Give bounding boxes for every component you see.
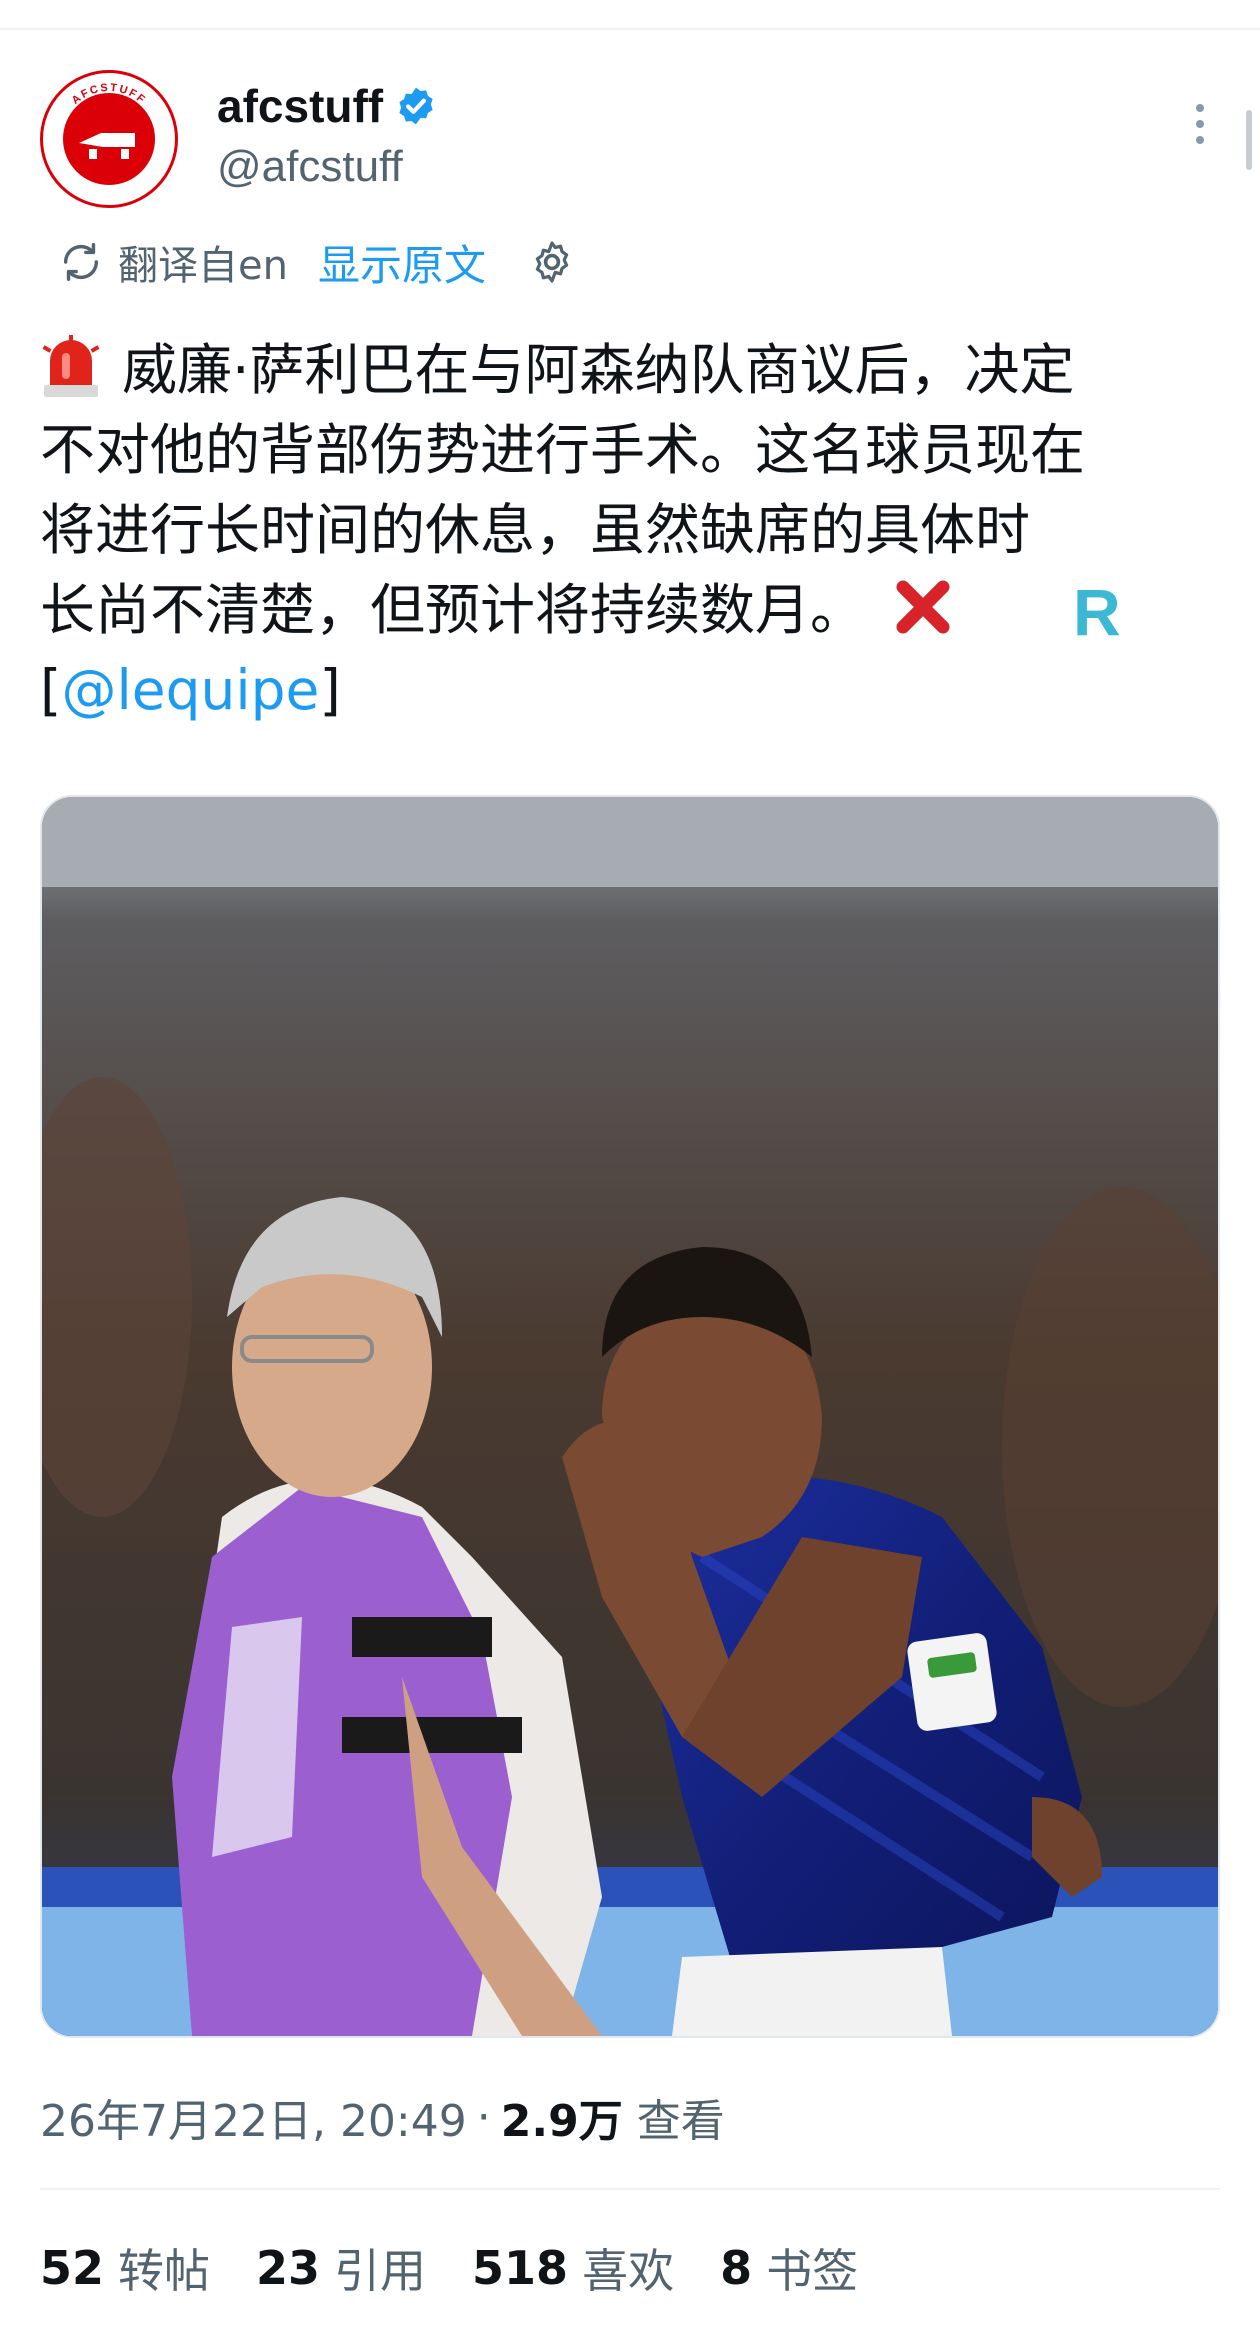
source-r-icon: R bbox=[1073, 575, 1121, 649]
tweet-line: 将进行长时间的休息，虽然缺席的具体时 bbox=[40, 498, 1031, 562]
stat-reposts[interactable]: 52 转帖 bbox=[40, 2235, 210, 2301]
tweet-header: AFCSTUFF AFCSTUFF afcstuff @afcstuff bbox=[40, 70, 1220, 210]
stat-count: 23 bbox=[256, 2241, 321, 2295]
handle[interactable]: @afcstuff bbox=[217, 142, 403, 192]
stat-likes[interactable]: 518 喜欢 bbox=[472, 2235, 674, 2301]
tweet-line-text: 威廉·萨利巴在与阿森纳队商议后，决定 bbox=[122, 338, 1075, 402]
views-label: 查看 bbox=[636, 2096, 725, 2147]
tweet-line: 长尚不清楚，但预计将持续数月。 R bbox=[40, 570, 1220, 650]
tweet-line-text: 长尚不清楚，但预计将持续数月。 bbox=[40, 578, 866, 642]
tweet-photo[interactable] bbox=[40, 795, 1220, 2038]
tweet-text: 威廉·萨利巴在与阿森纳队商议后，决定 不对他的背部伤势进行手术。这名球员现在 将… bbox=[40, 330, 1220, 730]
mention-bracket-close: ] bbox=[319, 658, 341, 722]
siren-icon bbox=[42, 335, 100, 397]
avatar-logo-icon: AFCSTUFF AFCSTUFF bbox=[63, 82, 155, 185]
tweet-line: 不对他的背部伤势进行手术。这名球员现在 bbox=[40, 418, 1086, 482]
stats-divider bbox=[40, 2188, 1220, 2190]
display-name[interactable]: afcstuff bbox=[217, 79, 383, 133]
translation-bar: 翻译自en 显示原文 bbox=[58, 232, 576, 292]
tweet-line: [@lequipe] bbox=[40, 650, 1220, 730]
tweet-line: 威廉·萨利巴在与阿森纳队商议后，决定 bbox=[40, 330, 1220, 410]
show-original-link[interactable]: 显示原文 bbox=[318, 232, 486, 293]
stat-label: 喜欢 bbox=[582, 2244, 675, 2298]
engagement-stats: 52 转帖 23 引用 518 喜欢 8 书签 bbox=[40, 2236, 904, 2300]
more-options-icon[interactable] bbox=[1190, 100, 1210, 148]
stat-bookmarks[interactable]: 8 书签 bbox=[720, 2235, 858, 2301]
tweet-meta: 26年7月22日, 20:49 · 2.9万 查看 bbox=[40, 2085, 725, 2149]
timestamp[interactable]: 26年7月22日, 20:49 bbox=[40, 2085, 467, 2149]
translated-from-label: 翻译自en bbox=[118, 243, 288, 289]
mention-bracket-open: [ bbox=[40, 658, 62, 722]
meta-separator: · bbox=[476, 2091, 491, 2143]
cross-mark-icon bbox=[896, 580, 950, 634]
views-count: 2.9万 bbox=[500, 2096, 623, 2147]
stat-label: 引用 bbox=[334, 2244, 427, 2298]
stat-quotes[interactable]: 23 引用 bbox=[256, 2235, 426, 2301]
stat-label: 书签 bbox=[766, 2244, 859, 2298]
stat-count: 52 bbox=[40, 2241, 105, 2295]
photo-image bbox=[42, 797, 1218, 2036]
mention-link[interactable]: @lequipe bbox=[61, 658, 319, 722]
avatar[interactable]: AFCSTUFF AFCSTUFF bbox=[40, 70, 178, 208]
stat-count: 518 bbox=[472, 2241, 569, 2295]
verified-badge-icon bbox=[399, 87, 433, 125]
gear-icon[interactable] bbox=[528, 238, 576, 286]
stat-label: 转帖 bbox=[118, 2244, 211, 2298]
translate-icon bbox=[63, 243, 99, 281]
scroll-indicator[interactable] bbox=[1246, 110, 1252, 170]
top-divider bbox=[0, 28, 1260, 30]
name-row: afcstuff bbox=[217, 78, 437, 134]
stat-count: 8 bbox=[720, 2241, 753, 2295]
